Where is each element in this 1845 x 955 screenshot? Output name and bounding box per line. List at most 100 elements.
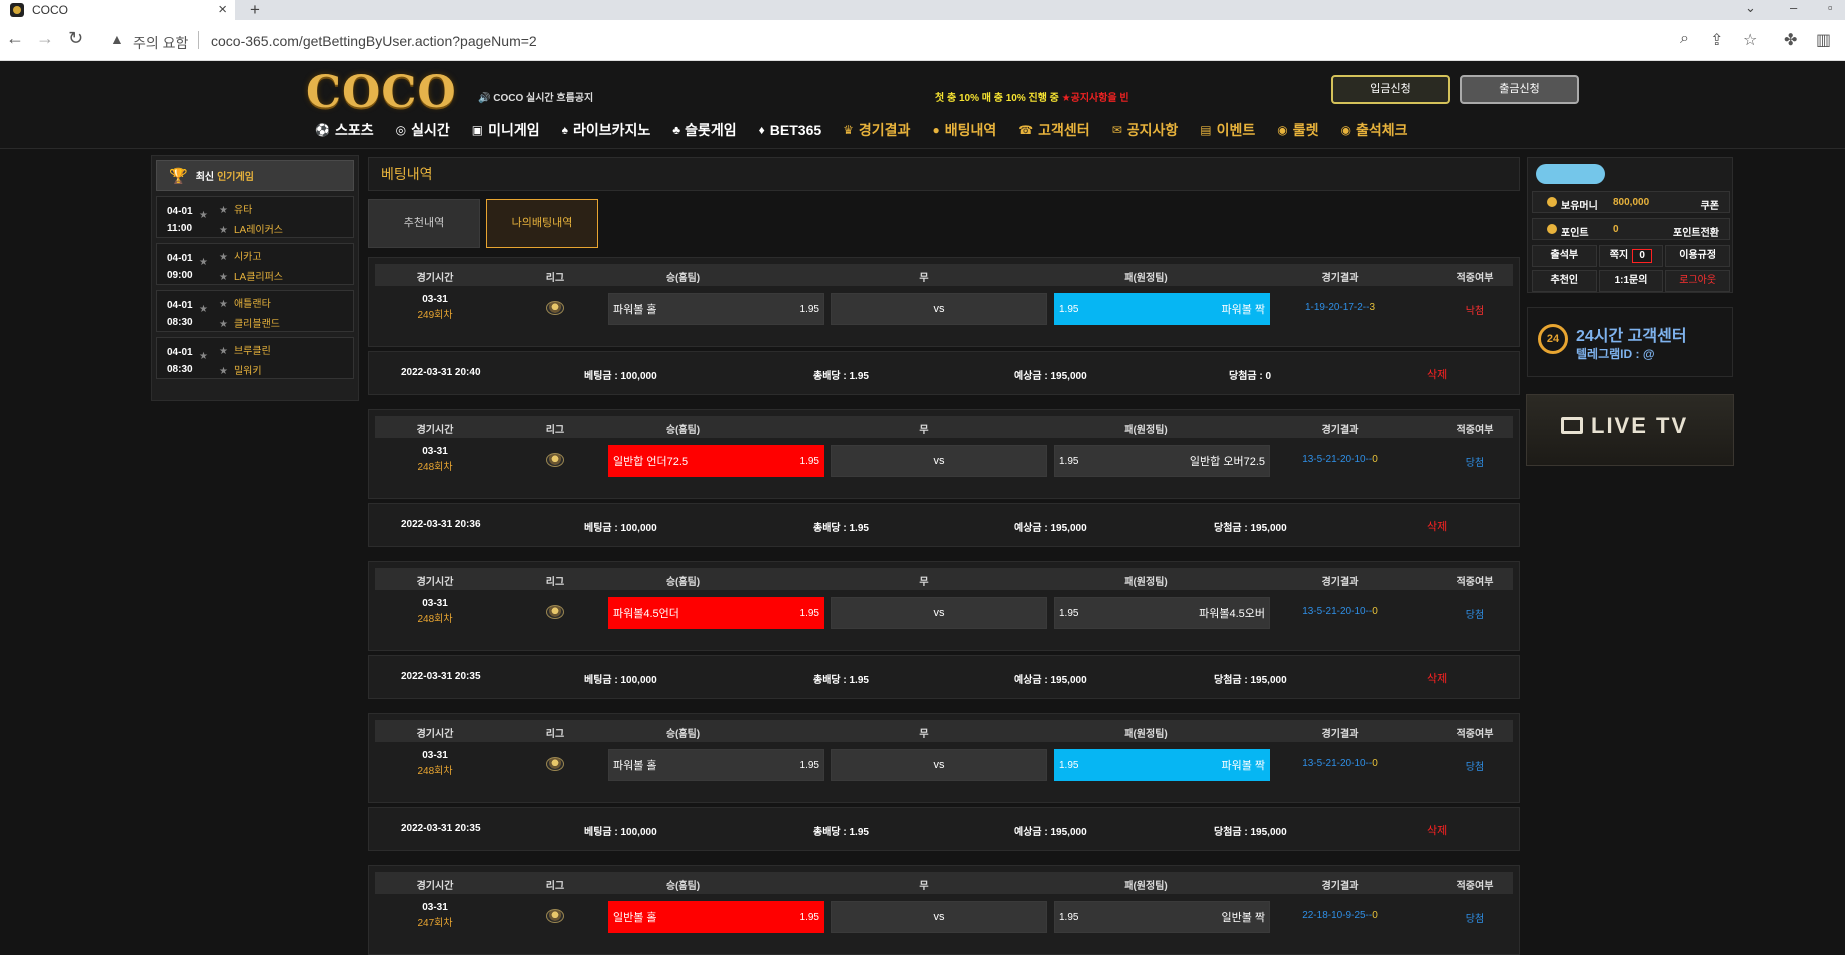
bookmark-star-icon[interactable]: ☆ [1743,30,1757,50]
hot-game-home[interactable]: ★ 애틀랜타 [219,295,271,310]
address-bar-row: ← → ↻ ▲ 주의 요함 coco-365.com/getBettingByU… [0,20,1845,61]
nav-item-6[interactable]: ♛ 경기결과 [843,120,910,140]
nav-item-1[interactable]: ◎ 실시간 [396,120,450,140]
nav-item-2[interactable]: ▣ 미니게임 [472,120,540,140]
hot-game-away[interactable]: ★ 밀워키 [219,362,262,377]
hot-game-home[interactable]: ★ 시카고 [219,248,262,263]
warning-icon[interactable]: ▲ [110,31,124,47]
security-warning-label[interactable]: 주의 요함 [133,33,188,53]
away-odd-button[interactable]: 1.95 일반합 오버72.5 [1054,445,1270,477]
home-pick: 일반합 언더72.5 [613,456,689,468]
nav-item-4[interactable]: ♣ 슬롯게임 [672,120,736,140]
delete-button[interactable]: 삭제 [1427,822,1447,838]
delete-button[interactable]: 삭제 [1427,366,1447,382]
rules-button[interactable]: 이용규정 [1665,245,1731,267]
forward-icon[interactable]: → [36,28,54,49]
browser-tab[interactable]: COCO × [0,0,235,20]
home-team: 애틀랜타 [233,299,271,310]
away-odd: 1.95 [1059,911,1079,923]
event-notice-link[interactable]: ★공지사항을 빈 [1062,93,1129,104]
nav-item-7[interactable]: ● 배팅내역 [932,120,996,140]
hot-game-home[interactable]: ★ 브루클린 [219,342,271,357]
draw-odd-button[interactable]: vs [831,293,1047,325]
col-header-time: 경기시간 [416,729,454,740]
home-odd-button[interactable]: 파워볼 홀 1.95 [608,293,824,325]
match-date: 03-31 248회차 [375,748,495,780]
live-tv-banner[interactable]: LIVE TV [1526,394,1734,466]
delete-button[interactable]: 삭제 [1427,670,1447,686]
hot-game-item[interactable]: 04-01 11:00 ★ ★ 유타 ★ LA레이커스 [156,196,354,238]
inquiry-button[interactable]: 1:1문의 [1598,270,1664,292]
draw-odd-button[interactable]: vs [831,597,1047,629]
away-odd-button[interactable]: 1.95 일반볼 짝 [1054,901,1270,933]
hit-status: 당첨 [1465,762,1485,773]
nav-item-10[interactable]: ▤ 이벤트 [1200,120,1255,140]
hot-game-home[interactable]: ★ 유타 [219,201,252,216]
nav-item-0[interactable]: ⚽ 스포츠 [315,120,374,140]
home-odd-button[interactable]: 파워볼 홀 1.95 [608,749,824,781]
tab-recommend[interactable]: 추천내역 [368,199,480,248]
home-odd-button[interactable]: 일반합 언더72.5 1.95 [608,445,824,477]
nav-item-12[interactable]: ◉ 출석체크 [1341,120,1408,140]
tab-title: COCO [32,3,68,17]
col-header-time: 경기시간 [416,577,454,588]
point-row: 포인트 0 포인트전환 [1532,218,1730,240]
nav-item-8[interactable]: ☎ 고객센터 [1018,120,1089,140]
away-odd-button[interactable]: 1.95 파워볼4.5오버 [1054,597,1270,629]
away-odd-button[interactable]: 1.95 파워볼 짝 [1054,293,1270,325]
hot-game-item[interactable]: 04-01 08:30 ★ ★ 애틀랜타 ★ 클리블랜드 [156,290,354,332]
star-icon: ★ [219,319,228,330]
page-title: 베팅내역 [368,157,1520,191]
col-header-status: 적중여부 [1456,577,1494,588]
hot-game-item[interactable]: 04-01 09:00 ★ ★ 시카고 ★ LA클리퍼스 [156,243,354,285]
deposit-button[interactable]: 입금신청 [1331,75,1450,104]
url-input[interactable]: coco-365.com/getBettingByUser.action?pag… [211,33,537,49]
nav-item-9[interactable]: ✉ 공지사항 [1112,120,1179,140]
coupon-link[interactable]: 쿠폰 [1701,197,1719,212]
support-banner[interactable]: 24 24시간 고객센터 텔레그램ID : @ [1527,307,1733,377]
maximize-icon[interactable]: ▫ [1828,0,1833,16]
match-day: 03-31 [422,902,448,913]
nav-item-3[interactable]: ♠ 라이브카지노 [562,120,651,140]
new-tab-icon[interactable]: + [250,0,260,20]
away-team: LA클리퍼스 [233,272,284,283]
delete-button[interactable]: 삭제 [1427,518,1447,534]
tab-close-icon[interactable]: × [218,0,227,20]
draw-odd-button[interactable]: vs [831,445,1047,477]
hot-game-away[interactable]: ★ 클리블랜드 [219,315,280,330]
nav-item-5[interactable]: ♦ BET365 [759,120,821,140]
point-convert-link[interactable]: 포인트전환 [1673,224,1719,239]
withdraw-button[interactable]: 출금신청 [1460,75,1579,104]
hot-game-item[interactable]: 04-01 08:30 ★ ★ 브루클린 ★ 밀워키 [156,337,354,379]
memo-button[interactable]: 쪽지 0 [1598,245,1664,267]
nav-item-11[interactable]: ◉ 룰렛 [1277,120,1318,140]
zoom-icon[interactable]: ⌕ [1680,30,1689,48]
minimize-icon[interactable]: – [1790,0,1797,16]
logout-button[interactable]: 로그아웃 [1665,270,1731,292]
hot-game-away[interactable]: ★ LA레이커스 [219,221,283,236]
tab-search-chevron-icon[interactable]: ⌄ [1745,0,1756,16]
extensions-icon[interactable]: ✤ [1784,30,1797,50]
bet-won: 당첨금 : 195,000 [1214,827,1287,838]
home-odd-button[interactable]: 파워볼4.5언더 1.95 [608,597,824,629]
live-notice: 🔊 COCO 실시간 흐름공지 [478,93,594,104]
home-odd-button[interactable]: 일반볼 홀 1.95 [608,901,824,933]
bet-won: 당첨금 : 0 [1229,371,1272,382]
reload-icon[interactable]: ↻ [68,28,83,49]
site-logo[interactable]: COCO [306,67,457,118]
share-icon[interactable]: ⇪ [1710,30,1723,50]
nav-label: 미니게임 [488,122,540,138]
draw-odd-button[interactable]: vs [831,901,1047,933]
nav-icon: ♣ [672,123,681,137]
draw-odd-button[interactable]: vs [831,749,1047,781]
hot-game-away[interactable]: ★ LA클리퍼스 [219,268,283,283]
away-odd-button[interactable]: 1.95 파워볼 짝 [1054,749,1270,781]
side-panel-icon[interactable]: ▥ [1816,30,1831,50]
attendance-button[interactable]: 출석부 [1532,245,1597,267]
back-icon[interactable]: ← [6,28,24,49]
tab-my-bets[interactable]: 나의배팅내역 [486,199,598,248]
referrer-button[interactable]: 추천인 [1532,270,1597,292]
hot-game-date: 04-01 [167,253,193,264]
hot-game-time: 09:00 [167,270,193,281]
nav-icon: ☎ [1018,123,1034,137]
